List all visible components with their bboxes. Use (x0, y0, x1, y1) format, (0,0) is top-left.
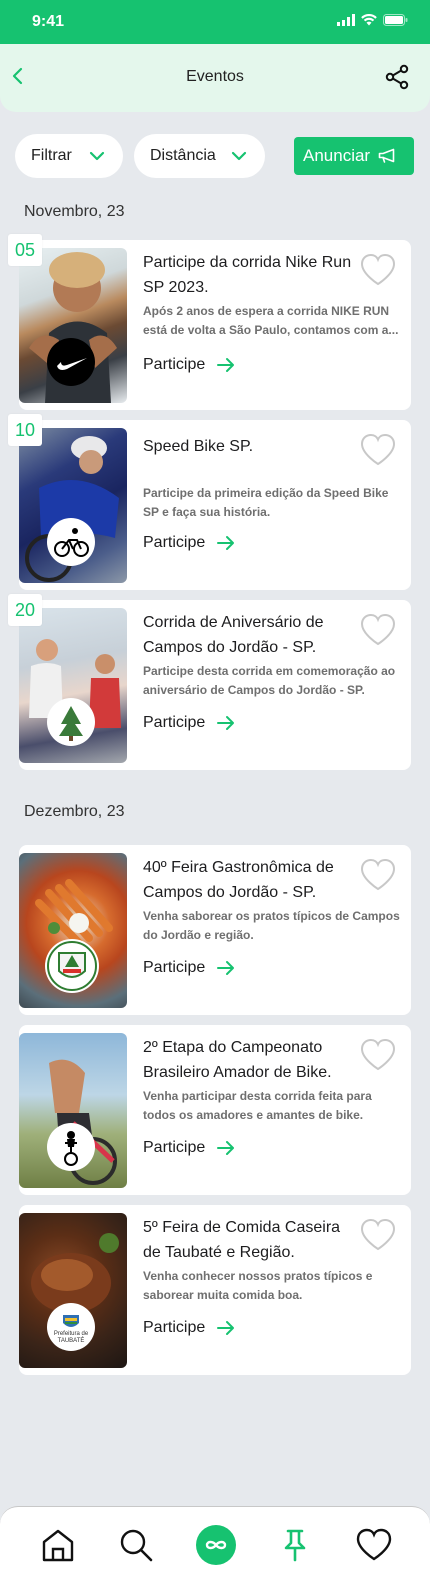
participate-link[interactable]: Participe (143, 1319, 235, 1337)
event-description: Após 2 anos de espera a corrida NIKE RUN… (143, 304, 399, 337)
arrow-right-icon (217, 1321, 235, 1335)
tab-infinity[interactable] (196, 1525, 236, 1565)
month-heading: Dezembro, 23 (24, 803, 125, 820)
mountain-bike-logo (47, 1123, 95, 1171)
event-title: 5º Feira de Comida Caseira de Taubaté e … (143, 1219, 341, 1261)
favorite-heart-icon[interactable] (359, 1217, 397, 1253)
event-date-badge: 05 (8, 234, 42, 266)
status-bar: 9:41 (0, 0, 430, 44)
participate-link[interactable]: Participe (143, 356, 235, 374)
event-description: Participe desta corrida em comemoração a… (143, 664, 396, 697)
participate-link[interactable]: Participe (143, 534, 235, 552)
favorite-heart-icon[interactable] (359, 612, 397, 648)
month-heading: Novembro, 23 (24, 203, 125, 220)
distance-dropdown[interactable]: Distância (134, 134, 265, 178)
app-header: Eventos (0, 44, 430, 112)
event-card[interactable]: 05 Participe da corrida Nike Run SP 2023… (8, 234, 411, 410)
signal-icon (337, 14, 355, 26)
heart-icon (356, 1528, 392, 1561)
participate-label: Participe (143, 356, 206, 373)
chevron-down-icon (89, 151, 105, 161)
participate-link[interactable]: Participe (143, 714, 235, 732)
participate-label: Participe (143, 1319, 206, 1336)
bottom-tab-bar (0, 1506, 430, 1589)
filter-label: Filtrar (31, 147, 72, 164)
page-title: Eventos (186, 68, 244, 85)
nike-logo (47, 338, 95, 386)
participate-link[interactable]: Participe (143, 1139, 235, 1157)
search-icon (120, 1529, 153, 1562)
participate-label: Participe (143, 959, 206, 976)
participate-link[interactable]: Participe (143, 959, 235, 977)
wifi-icon (361, 14, 377, 26)
megaphone-icon (378, 148, 395, 163)
announce-label: Anunciar (303, 146, 371, 165)
taubate-logo-text: Prefeitura de TAUBATÉ (53, 1331, 89, 1344)
filter-dropdown[interactable]: Filtrar (15, 134, 123, 178)
favorite-heart-icon[interactable] (359, 1037, 397, 1073)
event-title: 2º Etapa do Campeonato Brasileiro Amador… (143, 1039, 332, 1081)
tab-search[interactable] (116, 1525, 156, 1565)
pin-icon (284, 1529, 306, 1562)
event-title: Participe da corrida Nike Run SP 2023. (143, 254, 352, 296)
prefeitura-taubate-logo: Prefeitura de TAUBATÉ (47, 1303, 95, 1351)
participate-label: Participe (143, 534, 206, 551)
campos-do-jordao-logo (47, 698, 95, 746)
event-title: Corrida de Aniversário de Campos do Jord… (143, 614, 324, 656)
arrow-right-icon (217, 716, 235, 730)
event-date-badge: 20 (8, 594, 42, 626)
event-title: Speed Bike SP. (143, 438, 254, 455)
tab-favorites[interactable] (354, 1525, 394, 1565)
favorite-heart-icon[interactable] (359, 252, 397, 288)
event-title: 40º Feira Gastronômica de Campos do Jord… (143, 859, 334, 901)
status-icons (337, 14, 408, 26)
infinity-icon (196, 1525, 236, 1565)
arrow-right-icon (217, 536, 235, 550)
share-icon[interactable] (384, 64, 410, 90)
favorite-heart-icon[interactable] (359, 432, 397, 468)
favorite-heart-icon[interactable] (359, 857, 397, 893)
announce-button[interactable]: Anunciar (294, 137, 414, 175)
event-card[interactable]: 40º Feira Gastronômica de Campos do Jord… (19, 845, 411, 1015)
distance-label: Distância (150, 147, 216, 164)
battery-icon (383, 14, 408, 26)
participate-label: Participe (143, 1139, 206, 1156)
tab-pin[interactable] (275, 1525, 315, 1565)
event-description: Venha saborear os pratos típicos de Camp… (143, 909, 400, 942)
filter-bar: Filtrar Distância Anunciar (15, 134, 414, 178)
event-description: Participe da primeira edição da Speed Bi… (143, 486, 389, 519)
event-card[interactable]: 2º Etapa do Campeonato Brasileiro Amador… (19, 1025, 411, 1195)
campos-do-jordao-logo (45, 939, 99, 993)
arrow-right-icon (217, 1141, 235, 1155)
event-description: Venha conhecer nossos pratos típicos e s… (143, 1269, 373, 1302)
event-card[interactable]: 10 Speed Bike SP. Participe da primeira … (8, 414, 411, 590)
tab-home[interactable] (38, 1525, 78, 1565)
chevron-down-icon (231, 151, 247, 161)
status-time: 9:41 (32, 13, 65, 30)
event-date-badge: 10 (8, 414, 42, 446)
arrow-right-icon (217, 358, 235, 372)
event-card[interactable]: Prefeitura de TAUBATÉ 5º Feira de Comida… (19, 1205, 411, 1375)
participate-label: Participe (143, 714, 206, 731)
arrow-right-icon (217, 961, 235, 975)
event-description: Venha participar desta corrida feita par… (143, 1089, 372, 1122)
cycling-logo (47, 518, 95, 566)
event-card[interactable]: 20 Corrida de Aniversário de Campos do J… (8, 594, 411, 770)
home-icon (42, 1529, 74, 1562)
